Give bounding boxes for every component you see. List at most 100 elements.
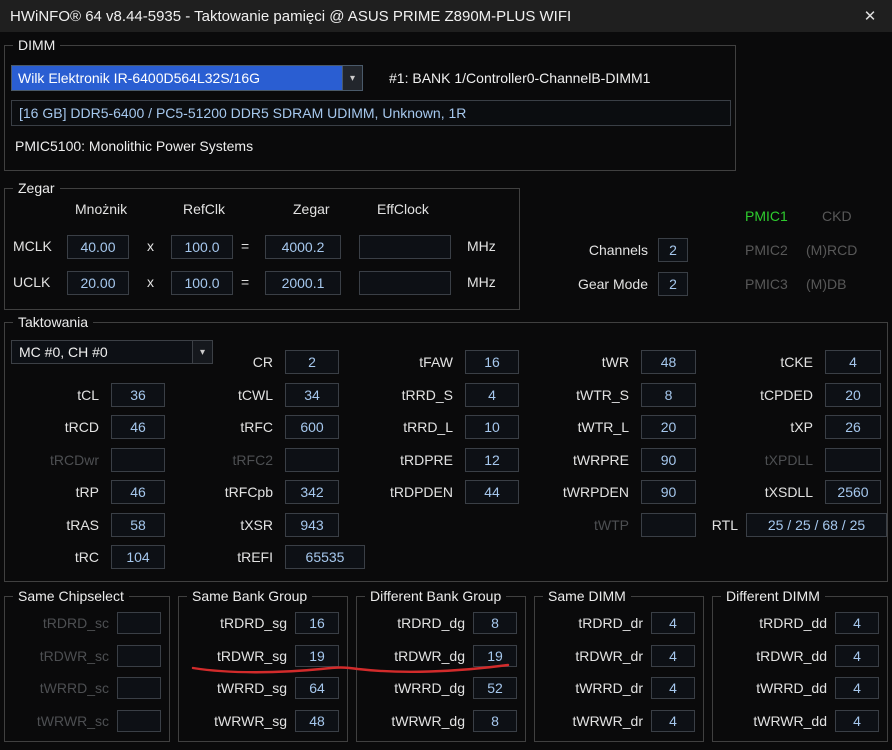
- timing-row: tWRPRE 90: [533, 443, 696, 476]
- status-ckd: CKD: [822, 208, 852, 224]
- timing-row: tWTR_L20: [533, 411, 696, 444]
- window-title: HWiNFO® 64 v8.44-5935 - Taktowanie pamię…: [0, 8, 571, 25]
- timing-value: 4: [651, 677, 695, 699]
- header-clock: Zegar: [293, 201, 330, 217]
- dimm-module-select-value: Wilk Elektronik IR-6400D564L32S/16G: [12, 66, 342, 90]
- timing-value: 4: [835, 645, 879, 667]
- timing-row: tWRRD_dg52: [357, 672, 525, 705]
- multiply-sign: x: [147, 238, 154, 254]
- same-bank-group-legend: Same Bank Group: [187, 588, 312, 604]
- timing-row: tRCDwr: [7, 443, 165, 476]
- gear-mode-label: Gear Mode: [540, 276, 648, 292]
- timing-label: tRDWR_dg: [363, 648, 465, 664]
- timing-column-b: CR2 tCWL34 tRFC600 tRFC2 tRFCpb342 tXSR9…: [181, 346, 365, 574]
- timing-row: tWRPDEN90: [533, 476, 696, 509]
- different-bank-group-legend: Different Bank Group: [365, 588, 506, 604]
- timing-label: tWRRD_sg: [185, 680, 287, 696]
- timing-row: tXPDLL: [711, 443, 881, 476]
- dimm-module-select[interactable]: Wilk Elektronik IR-6400D564L32S/16G ▾: [11, 65, 363, 91]
- timing-label: tWR: [533, 354, 629, 370]
- timing-row: tRDWR_sc: [5, 640, 169, 673]
- timing-value: 46: [111, 480, 165, 504]
- timing-label: tWRRD_dg: [363, 680, 465, 696]
- timing-label: tRDRD_sg: [185, 615, 287, 631]
- timing-row: tRDRD_dd 4: [713, 607, 887, 640]
- uclk-row: UCLK 20.00 x 100.0 = 2000.1 MHz: [5, 271, 521, 297]
- timing-row: tXSDLL2560: [711, 476, 881, 509]
- timing-value: 4: [825, 350, 881, 374]
- timing-label: tRFC2: [181, 452, 273, 468]
- status-pmic1: PMIC1: [745, 208, 788, 224]
- dimm-module-info: [16 GB] DDR5-6400 / PC5-51200 DDR5 SDRAM…: [11, 100, 731, 126]
- timing-value: 90: [641, 448, 696, 472]
- timing-row: tRDWR_dd 4: [713, 640, 887, 673]
- timing-label: tRDWR_dd: [719, 648, 827, 664]
- timing-row: tWRWR_sg48: [179, 705, 347, 738]
- timing-label: tWRWR_dr: [541, 713, 643, 729]
- timing-label: tXSDLL: [711, 484, 813, 500]
- rtl-label: RTL: [665, 517, 738, 533]
- timing-label: CR: [181, 354, 273, 370]
- timing-column-c: tFAW16 tRRD_S4 tRRD_L10 tRDPRE12 tRDPDEN…: [357, 346, 519, 509]
- timing-row: tRDRD_sg16: [179, 607, 347, 640]
- timing-label: tWRPRE: [533, 452, 629, 468]
- timing-label: tWRWR_dg: [363, 713, 465, 729]
- timing-label: tRDWR_sg: [185, 648, 287, 664]
- status-mdb: (M)DB: [806, 276, 846, 292]
- timing-label: tRFCpb: [181, 484, 273, 500]
- equals-sign: =: [241, 274, 249, 290]
- rtl-row: RTL 25 / 25 / 68 / 25: [665, 508, 887, 541]
- timing-value: 20: [825, 383, 881, 407]
- titlebar: HWiNFO® 64 v8.44-5935 - Taktowanie pamię…: [0, 0, 892, 32]
- timing-row: CR2: [181, 346, 365, 379]
- timing-value: 19: [295, 645, 339, 667]
- timing-row: tRDRD_sc: [5, 607, 169, 640]
- timing-row: tRDRD_dg8: [357, 607, 525, 640]
- timing-label: tRRD_S: [357, 387, 453, 403]
- different-bank-group: Different Bank Group tRDRD_dg8 tRDWR_dg1…: [356, 596, 526, 742]
- timing-label: tXSR: [181, 517, 273, 533]
- timing-row: tWRWR_dd4: [713, 705, 887, 738]
- chevron-down-icon[interactable]: ▾: [342, 66, 362, 90]
- dimm-pmic-info: PMIC5100: Monolithic Power Systems: [15, 138, 253, 154]
- timing-label: tRDRD_dd: [719, 615, 827, 631]
- timing-value: 16: [465, 350, 519, 374]
- timing-value: [117, 677, 161, 699]
- multiply-sign: x: [147, 274, 154, 290]
- timing-row: tFAW16: [357, 346, 519, 379]
- timing-label: tRC: [7, 549, 99, 565]
- uclk-multiplier-value: 20.00: [67, 271, 129, 295]
- timing-row: tWRRD_dd4: [713, 672, 887, 705]
- same-dimm-legend: Same DIMM: [543, 588, 631, 604]
- status-mrcd: (M)RCD: [806, 242, 857, 258]
- timing-label: tWRRD_sc: [11, 680, 109, 696]
- mclk-label: MCLK: [13, 238, 52, 254]
- timing-label: tRDWR_dr: [541, 648, 643, 664]
- timing-row: tWRWR_dr4: [535, 705, 703, 738]
- timing-value: 34: [285, 383, 339, 407]
- uclk-refclk-value: 100.0: [171, 271, 233, 295]
- timing-label: tREFI: [181, 549, 273, 565]
- timing-row: tXP26: [711, 411, 881, 444]
- timing-row: tWTR_S8: [533, 378, 696, 411]
- timing-label: tRCDwr: [7, 452, 99, 468]
- timing-value: 58: [111, 513, 165, 537]
- timing-row: tRDPDEN44: [357, 476, 519, 509]
- uclk-label: UCLK: [13, 274, 50, 290]
- timing-value: 4: [835, 612, 879, 634]
- timing-value: 4: [465, 383, 519, 407]
- timing-value: 8: [641, 383, 696, 407]
- mclk-clock-value: 4000.2: [265, 235, 341, 259]
- timing-label: tWRWR_dd: [719, 713, 827, 729]
- status-pmic3: PMIC3: [745, 276, 788, 292]
- same-bank-group: Same Bank Group tRDRD_sg16 tRDWR_sg19 tW…: [178, 596, 348, 742]
- timing-row: tRDWR_dg19: [357, 640, 525, 673]
- different-dimm-group: Different DIMM tRDRD_dd4 tRDWR_dd4 tWRRD…: [712, 596, 888, 742]
- close-icon[interactable]: ✕: [848, 0, 892, 32]
- timing-row: tCPDED20: [711, 378, 881, 411]
- timing-value: 4: [651, 612, 695, 634]
- dimm-slot-label: #1: BANK 1/Controller0-ChannelB-DIMM1: [389, 70, 650, 86]
- timing-row: tRDPRE12: [357, 443, 519, 476]
- equals-sign: =: [241, 238, 249, 254]
- timing-label: tCKE: [711, 354, 813, 370]
